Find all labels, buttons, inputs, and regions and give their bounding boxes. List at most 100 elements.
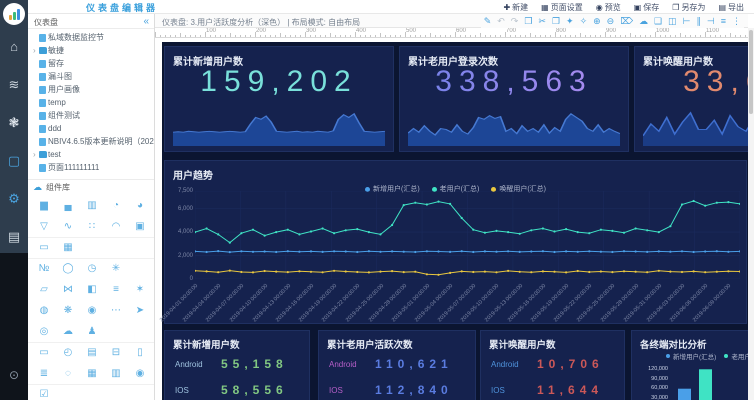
map-icon[interactable]: ▱: [33, 281, 55, 299]
align-center-icon[interactable]: ∥: [696, 14, 701, 28]
home-icon[interactable]: ⌂: [0, 36, 28, 58]
stacked-bar-icon[interactable]: ▄: [57, 197, 79, 215]
logo-bar[interactable]: [8, 15, 12, 20]
shuffle-icon[interactable]: ✶: [129, 281, 151, 299]
pie-chart-icon[interactable]: ◔: [105, 197, 127, 215]
stat-table-card[interactable]: 累计新增用户数Android55,158IOS58,556PC45,488: [164, 330, 310, 400]
save-as-button[interactable]: ❐ 另存为: [672, 2, 705, 13]
distribute-h-icon[interactable]: ⋮: [732, 14, 741, 28]
send-back-icon[interactable]: ◫: [668, 14, 677, 28]
logo-bar[interactable]: [16, 9, 20, 20]
parallel-icon[interactable]: ≡: [105, 281, 127, 299]
browser-icon[interactable]: ◴: [57, 344, 79, 362]
new-button[interactable]: ✚ 新建: [503, 2, 528, 13]
app-logo[interactable]: [3, 3, 25, 25]
dashboard-preview[interactable]: 累计新增用户数 159,202 累计老用户登录次数 338,563 累计唤醒用户数 33,…: [159, 42, 748, 400]
radio-icon[interactable]: ◉: [129, 365, 151, 383]
paste-icon[interactable]: ❒: [524, 14, 532, 28]
kpi-card[interactable]: 累计新增用户数 159,202: [164, 46, 394, 152]
progress-circle-icon[interactable]: ◯: [57, 260, 79, 278]
tree-item-file[interactable]: 私域数据监控节: [28, 31, 154, 44]
settings-gear-icon[interactable]: ⚙: [0, 188, 28, 210]
search-box-icon[interactable]: ◌: [57, 365, 79, 383]
export-button[interactable]: ▤ 导出: [718, 2, 744, 13]
legend-item[interactable]: 新增用户(汇总): [666, 351, 716, 361]
person-icon[interactable]: ♟: [81, 323, 103, 341]
compare-chart-card[interactable]: 各终端对比分析新增用户(汇总) 老用户(汇总) 120,000 90,000 60,00…: [631, 330, 748, 400]
cloud-map-icon[interactable]: ☁: [57, 323, 79, 341]
kpi-card[interactable]: 累计唤醒用户数33,666: [634, 46, 748, 152]
delete-icon[interactable]: ⌦: [620, 14, 633, 28]
tree-item-folder[interactable]: › test: [28, 148, 154, 161]
screen-icon[interactable]: ▢: [0, 150, 28, 172]
scrollbar-thumb[interactable]: [749, 30, 753, 114]
kpi-card[interactable]: 累计老用户登录次数 338,563: [399, 46, 629, 152]
lock-icon[interactable]: ✦: [566, 14, 574, 28]
trend-chart-card[interactable]: 用户趋势 新增用户(汇总) 老用户(汇总) 唤醒用户(汇总) 7,500 6,000 4,0…: [159, 160, 747, 324]
power-icon[interactable]: ⊙: [0, 368, 28, 382]
number-card-icon[interactable]: №: [33, 260, 55, 278]
checkbox-icon[interactable]: ☑: [33, 386, 55, 400]
tree-item-file[interactable]: 组件测试: [28, 109, 154, 122]
column-chart-icon[interactable]: ▥: [81, 197, 103, 215]
radar-chart-icon[interactable]: ✳: [105, 260, 127, 278]
tree-item-file[interactable]: 留存: [28, 57, 154, 70]
tree-item-file[interactable]: 用户画像: [28, 83, 154, 96]
collapse-panel-icon[interactable]: «: [143, 16, 149, 27]
donut-chart-icon[interactable]: ◕: [129, 197, 151, 215]
logo-bar[interactable]: [12, 12, 16, 20]
table-icon[interactable]: ▭: [33, 239, 55, 257]
calendar-icon[interactable]: ▤: [81, 344, 103, 362]
zoom-out-icon[interactable]: ⊖: [607, 14, 615, 28]
unlock-icon[interactable]: ✧: [580, 14, 588, 28]
funnel-chart-icon[interactable]: ▽: [33, 218, 55, 236]
scatter-chart-icon[interactable]: ∷: [81, 218, 103, 236]
gauge-icon[interactable]: ◷: [81, 260, 103, 278]
legend-item[interactable]: 老用户(汇总): [724, 351, 748, 361]
align-left-icon[interactable]: ⊢: [683, 14, 691, 28]
expand-arrow-icon[interactable]: ›: [33, 148, 36, 161]
tree-item-file[interactable]: NBIV4.6.5版本更新说明（20200803）: [28, 135, 154, 148]
migrate-map-icon[interactable]: ➤: [129, 302, 151, 320]
area-chart-icon[interactable]: ◠: [105, 218, 127, 236]
page-settings-button[interactable]: ▦ 页面设置: [541, 2, 583, 13]
tree-item-file[interactable]: 漏斗图: [28, 70, 154, 83]
tree-item-folder[interactable]: › 敏捷: [28, 44, 154, 57]
data-source-icon[interactable]: ≋: [0, 74, 28, 96]
cut-icon[interactable]: ✂: [538, 14, 546, 28]
distribute-v-icon[interactable]: ≡: [721, 14, 726, 28]
zoom-in-icon[interactable]: ⊕: [593, 14, 601, 28]
split-dashboard-icon[interactable]: ◧: [81, 281, 103, 299]
grid-table-icon[interactable]: ▦: [57, 239, 79, 257]
picture-icon[interactable]: ▣: [129, 218, 151, 236]
upload-icon[interactable]: ☁: [639, 14, 648, 28]
vertical-scrollbar[interactable]: [748, 28, 754, 400]
align-right-icon[interactable]: ⊣: [707, 14, 715, 28]
document-icon[interactable]: ▤: [0, 226, 28, 248]
globe-icon[interactable]: ◍: [33, 302, 55, 320]
sankey-icon[interactable]: ⋈: [57, 281, 79, 299]
table3-icon[interactable]: ▥: [105, 365, 127, 383]
sphere-icon[interactable]: ◉: [81, 302, 103, 320]
text-box-icon[interactable]: ⊟: [105, 344, 127, 362]
bar-chart-icon[interactable]: ▆: [33, 197, 55, 215]
expand-arrow-icon[interactable]: ›: [33, 44, 36, 57]
ai-analysis-icon[interactable]: ❃: [0, 112, 28, 134]
edit-pencil-icon[interactable]: ✎: [484, 14, 492, 28]
tree-item-file[interactable]: ddd: [28, 122, 154, 135]
save-button[interactable]: ▣ 保存: [634, 2, 660, 13]
list-icon[interactable]: ≣: [33, 365, 55, 383]
card-icon[interactable]: ▯: [129, 344, 151, 362]
tree-item-file[interactable]: temp: [28, 96, 154, 109]
tree-item-file[interactable]: 页面111111111: [28, 161, 154, 174]
redo-icon[interactable]: ↷: [511, 14, 519, 28]
bring-front-icon[interactable]: ❑: [654, 14, 662, 28]
stat-table-card[interactable]: 累计唤醒用户数Android10,706IOS11,644PC11,316: [480, 330, 625, 400]
snowflake-icon[interactable]: ❋: [57, 302, 79, 320]
stat-table-card[interactable]: 累计老用户活跃次数Android110,621IOS112,840PC115,1…: [318, 330, 476, 400]
ellipsis-icon[interactable]: ⋯: [105, 302, 127, 320]
line-chart-icon[interactable]: ∿: [57, 218, 79, 236]
pin-icon[interactable]: ◎: [33, 323, 55, 341]
window-icon[interactable]: ▭: [33, 344, 55, 362]
undo-icon[interactable]: ↶: [497, 14, 505, 28]
